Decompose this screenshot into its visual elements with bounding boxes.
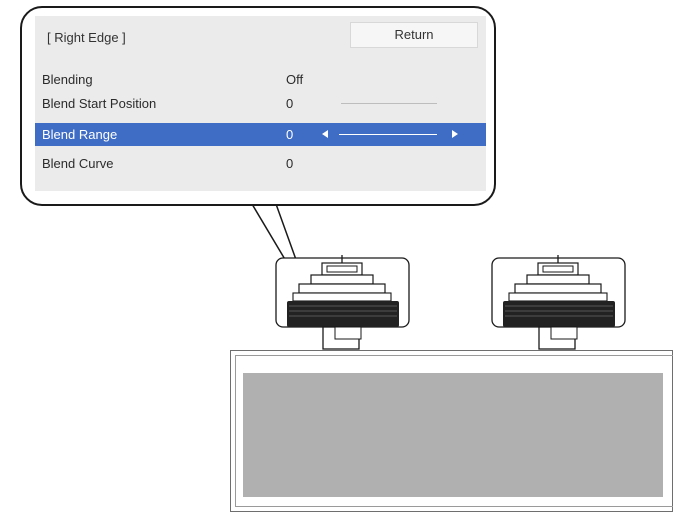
- projection-screen: [230, 350, 673, 512]
- projector-right-icon: [491, 255, 626, 350]
- menu-row-blend-curve[interactable]: Blend Curve 0: [35, 152, 486, 175]
- arrow-left-icon[interactable]: [322, 130, 328, 138]
- menu-row-blend-range[interactable]: Blend Range 0: [35, 123, 486, 146]
- row-value: 0: [286, 96, 294, 111]
- menu-header: [ Right Edge ] Return: [35, 16, 486, 66]
- edge-blending-menu: [ Right Edge ] Return Blending Off Blend…: [35, 16, 486, 191]
- row-label: Blending: [42, 72, 93, 87]
- return-button[interactable]: Return: [350, 22, 478, 48]
- menu-row-blend-start-position[interactable]: Blend Start Position 0: [35, 92, 486, 115]
- menu-title: [ Right Edge ]: [47, 30, 126, 45]
- slider-track[interactable]: [341, 103, 437, 104]
- row-label: Blend Start Position: [42, 96, 157, 111]
- row-value: 0: [286, 156, 294, 171]
- slider-track[interactable]: [339, 134, 437, 135]
- arrow-right-icon[interactable]: [452, 130, 458, 138]
- row-label: Blend Range: [42, 127, 118, 142]
- row-value: 0: [286, 127, 294, 142]
- row-label: Blend Curve: [42, 156, 114, 171]
- row-value: Off: [286, 72, 304, 87]
- menu-row-blending[interactable]: Blending Off: [35, 68, 486, 91]
- projector-left-icon: [275, 255, 410, 350]
- projected-image: [243, 373, 663, 497]
